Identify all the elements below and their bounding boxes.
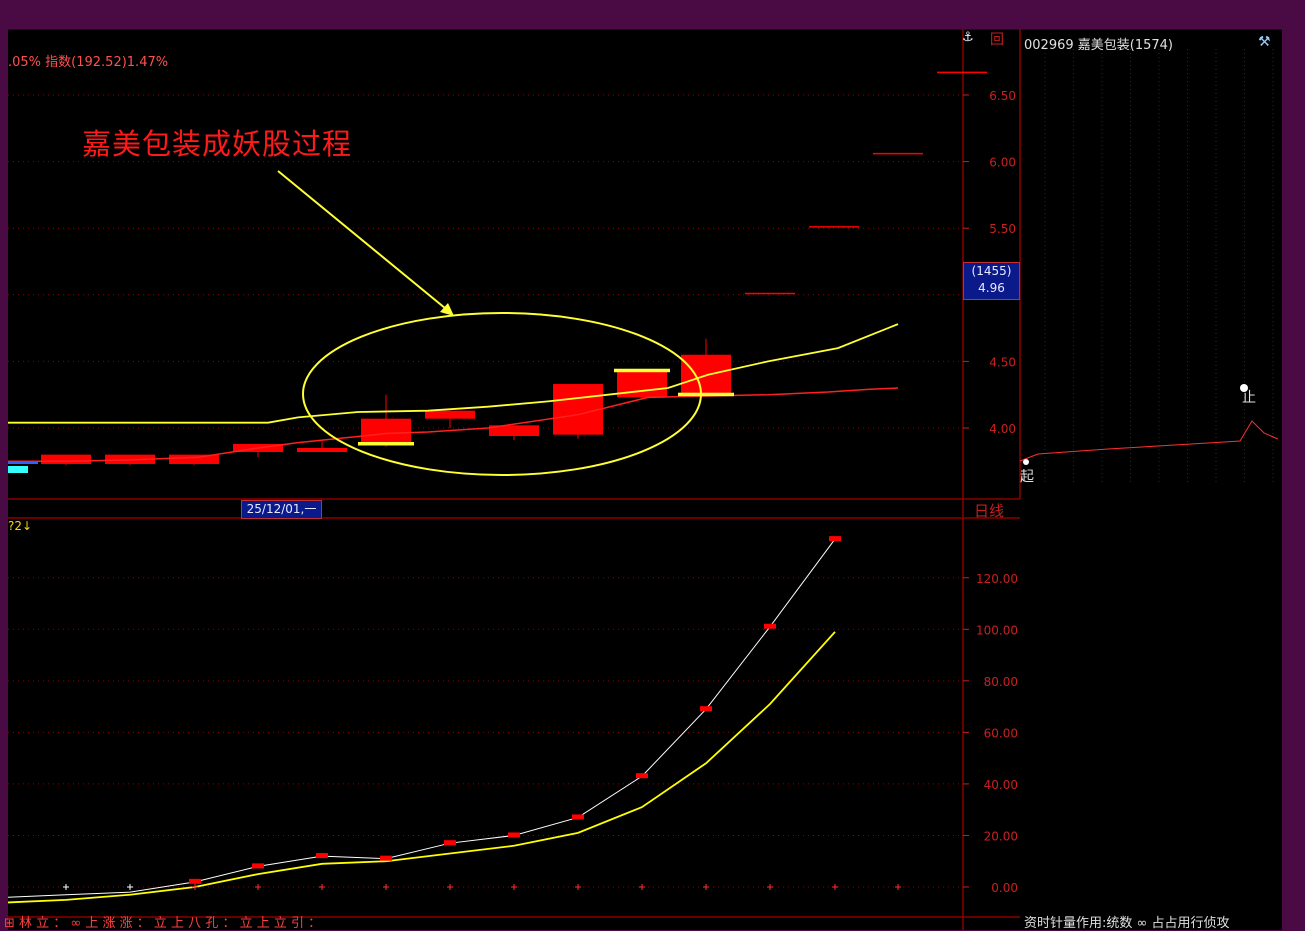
date-tag: 25/12/01,一 [241, 500, 322, 519]
side-panel-title: 002969 嘉美包装(1574) [1024, 38, 1173, 53]
ma-slow-line [8, 387, 899, 463]
candle-highlight [358, 441, 414, 446]
y-tick-label-upper: 4.00 [989, 422, 1016, 436]
anchor-icon[interactable]: ⚓ [962, 30, 974, 45]
indicator-marker [829, 536, 841, 542]
chart-stage[interactable]: 4.004.505.005.506.006.500.0020.0040.0060… [4, 29, 1282, 931]
candle-body [297, 447, 347, 452]
bottom-indicator-text: ⊞ 林 立 ： ∞ 上 涨 涨 ： 立 上 八 孔 ： 立 上 立 引 ： [4, 916, 322, 931]
indicator-marker [572, 814, 584, 820]
main-chart-svg[interactable]: 4.004.505.005.506.006.500.0020.0040.0060… [8, 29, 1282, 930]
price-tag-value: 4.96 [978, 281, 1005, 295]
y-tick-label-lower: 20.00 [984, 829, 1018, 843]
indicator-marker [380, 855, 392, 861]
indicator-yellow-line [8, 631, 836, 904]
indicator-marker [189, 878, 201, 884]
restore-icon[interactable]: 回 [990, 29, 1004, 49]
side-bottom-text: 资时针量作用:统数 ∞ 占占用行侦攻 [1024, 916, 1230, 931]
y-tick-label-upper: 6.50 [989, 89, 1016, 103]
tools-icon[interactable]: ⚒ [1258, 34, 1271, 50]
indicator-marker [252, 863, 264, 869]
indicator-marker [764, 623, 776, 629]
y-tick-label-upper: 5.50 [989, 222, 1016, 236]
candle-body [425, 410, 475, 419]
indicator-marker [444, 840, 456, 846]
y-tick-label-lower: 80.00 [984, 675, 1018, 689]
indicator-white-line [8, 538, 836, 898]
y-tick-label-upper: 6.00 [989, 156, 1016, 170]
side-start-label: 起 [1020, 469, 1034, 485]
price-tag: (1455) 4.96 [963, 262, 1020, 300]
candle-body [361, 418, 411, 444]
cyan-marker [8, 466, 28, 473]
annotation-arrow [277, 170, 452, 314]
candle-body [41, 454, 91, 464]
side-start-dot [1023, 459, 1029, 465]
y-tick-label-lower: 60.00 [984, 726, 1018, 740]
side-stop-label: 止 [1242, 390, 1256, 406]
period-label[interactable]: 日线 [974, 500, 1004, 521]
candle-highlight [614, 368, 670, 373]
candle-body [169, 454, 219, 464]
indicator-marker [316, 853, 328, 859]
ma-fast-line [8, 323, 899, 424]
candle-highlight [678, 392, 734, 397]
candle-body [553, 384, 603, 435]
indicator-marker [508, 832, 520, 838]
index-info-line: .05% 指数(192.52)1.47% [8, 55, 169, 70]
y-tick-label-upper: 4.50 [989, 355, 1016, 369]
side-mini-line [1019, 420, 1279, 462]
price-tag-count: (1455) [971, 264, 1012, 278]
indicator-marker [636, 773, 648, 779]
y-tick-label-lower: 40.00 [984, 778, 1018, 792]
annotation-title: 嘉美包装成妖股过程 [82, 127, 353, 161]
indicator-title: ?2↓ [8, 519, 33, 533]
y-tick-label-lower: 0.00 [991, 881, 1018, 895]
y-tick-label-lower: 120.00 [976, 572, 1018, 586]
y-tick-label-lower: 100.00 [976, 623, 1018, 637]
indicator-marker [700, 706, 712, 712]
